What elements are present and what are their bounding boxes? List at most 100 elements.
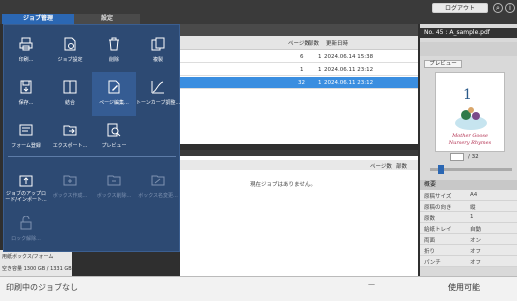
- menu-label: ロック解除...: [11, 236, 41, 242]
- menu-label: ジョブ設定: [57, 57, 83, 63]
- menu-item-form-register[interactable]: フォーム登録: [4, 115, 48, 159]
- menu-label: 印刷...: [18, 57, 34, 63]
- menu-item-box-delete[interactable]: ボックス削除...: [92, 165, 136, 209]
- menu-item-export[interactable]: エクスポート...: [48, 115, 92, 159]
- menu-item-page-edit[interactable]: ページ編集...: [92, 72, 136, 116]
- menu-label: フォーム登録: [11, 143, 41, 149]
- preview-title: No. 45 : A_sample.pdf: [420, 28, 517, 38]
- summary-row: 両面 オン: [420, 234, 517, 245]
- tab-settings[interactable]: 設定: [74, 14, 140, 24]
- printer-availability: 使用可能: [448, 283, 480, 292]
- summary-row: 折り オフ: [420, 245, 517, 256]
- table-row[interactable]: 6 1 2024.06.14 15:38: [180, 51, 418, 63]
- duplicate-icon: [151, 37, 165, 51]
- menu-item-tone-curve[interactable]: トーンカーブ調整...: [136, 72, 180, 116]
- preview-toolbar: [420, 42, 517, 56]
- row-pages: 1: [300, 67, 304, 73]
- menu-item-delete[interactable]: 削除: [92, 29, 136, 73]
- queue-panel: [180, 156, 418, 276]
- summary-row: パンチ オフ: [420, 256, 517, 267]
- summary-value: オフ: [470, 249, 482, 255]
- summary-key: パンチ: [424, 260, 441, 266]
- merge-icon: [63, 80, 77, 94]
- menu-item-job-settings[interactable]: ジョブ設定: [48, 29, 92, 73]
- menu-label: ボックス削除...: [96, 193, 132, 199]
- row-copies: 1: [318, 80, 322, 86]
- menu-item-upload-import[interactable]: ジョブのアップロード/インポート...: [4, 165, 48, 209]
- book-title-line1: Mother Goose: [452, 133, 488, 139]
- logout-button[interactable]: ログアウト: [432, 3, 488, 13]
- queue-empty-message: 現在ジョブはありません。: [250, 182, 316, 188]
- job-list-header: ページ数 部数 更新日時: [180, 36, 418, 50]
- column-updated[interactable]: 更新日時: [326, 39, 348, 47]
- print-icon: [19, 37, 33, 51]
- form-register-icon: [19, 123, 33, 137]
- tone-curve-icon: [151, 80, 165, 94]
- left-info-panel: 用紙ボックス/フォーム 空き容量 1300 GB / 1331 GB: [0, 250, 72, 276]
- menu-item-save[interactable]: 保存...: [4, 72, 48, 116]
- page-number-input[interactable]: [450, 153, 464, 161]
- menu-item-box-create[interactable]: ボックス作成...: [48, 165, 92, 209]
- status-middle: —: [368, 280, 375, 288]
- menu-label: 複製: [152, 57, 163, 63]
- summary-row: 原稿の向き 縦: [420, 201, 517, 212]
- print-status: 印刷中のジョブなし: [6, 283, 78, 292]
- preview-icon: [107, 123, 121, 137]
- summary-key: 原数: [424, 216, 436, 222]
- export-icon: [63, 123, 77, 137]
- summary-header: 概要: [420, 180, 517, 190]
- search-icon[interactable]: ⌕: [493, 3, 503, 13]
- capacity-label: 空き容量 1300 GB / 1331 GB: [2, 266, 72, 272]
- column-pages[interactable]: ページ数: [370, 162, 392, 170]
- job-management-menu: 印刷... ジョブ設定 削除 複製 保存... 結合 ページ編集... トーンカ…: [3, 24, 180, 252]
- menu-label: 保存...: [18, 100, 34, 106]
- info-icon[interactable]: i: [505, 3, 515, 13]
- menu-label: 削除: [108, 57, 119, 63]
- save-icon: [19, 80, 33, 94]
- table-row[interactable]: 1 1 2024.06.11 23:12: [180, 64, 418, 76]
- summary-row: 給紙トレイ 自動: [420, 223, 517, 234]
- zoom-slider-handle[interactable]: [438, 165, 444, 174]
- queue-header: ページ数 部数: [180, 160, 418, 170]
- book-title-line2: Nursery Rhymes: [448, 140, 492, 146]
- tab-job-management[interactable]: ジョブ管理: [2, 14, 74, 24]
- column-copies[interactable]: 部数: [396, 162, 407, 170]
- table-row-selected[interactable]: 32 1 2024.06.11 23:12: [180, 77, 418, 89]
- summary-row: 原数 1: [420, 212, 517, 223]
- menu-label: トーンカーブ調整...: [136, 100, 181, 106]
- page-number: 1: [463, 87, 472, 103]
- column-pages[interactable]: ページ数: [288, 39, 310, 47]
- page-edit-icon: [107, 80, 121, 94]
- menu-item-print[interactable]: 印刷...: [4, 29, 48, 73]
- menu-item-merge[interactable]: 結合: [48, 72, 92, 116]
- row-pages: 6: [300, 54, 304, 60]
- menu-label: プレビュー: [101, 143, 127, 149]
- summary-key: 原稿の向き: [424, 205, 452, 211]
- summary-key: 原稿サイズ: [424, 194, 452, 200]
- folder-label: 用紙ボックス/フォーム: [2, 254, 54, 260]
- preview-button[interactable]: プレビュー: [424, 60, 462, 68]
- summary-row: 原稿サイズ A4: [420, 190, 517, 201]
- menu-label: ジョブのアップロード/インポート...: [5, 191, 47, 203]
- summary-value: 縦: [470, 205, 476, 211]
- summary-value: A4: [470, 192, 478, 198]
- upload-import-icon: [19, 173, 33, 187]
- summary-value: オフ: [470, 260, 482, 266]
- column-copies[interactable]: 部数: [308, 39, 319, 47]
- row-copies: 1: [318, 54, 322, 60]
- menu-label: エクスポート...: [52, 143, 88, 149]
- menu-item-preview[interactable]: プレビュー: [92, 115, 136, 159]
- menu-item-box-rename[interactable]: ボックス名変更...: [136, 165, 180, 209]
- summary-value: 1: [470, 214, 474, 220]
- row-updated: 2024.06.11 23:12: [324, 67, 374, 73]
- box-delete-icon: [107, 173, 121, 187]
- preview-thumbnail[interactable]: 1 Mother Goose Nursery Rhymes: [435, 72, 505, 152]
- menu-item-duplicate[interactable]: 複製: [136, 29, 180, 73]
- menu-label: ページ編集...: [99, 100, 129, 106]
- menu-label: ボックス名変更...: [138, 193, 178, 199]
- menu-item-unlock[interactable]: ロック解除...: [4, 208, 48, 252]
- row-copies: 1: [318, 67, 322, 73]
- summary-value: オン: [470, 238, 482, 244]
- box-create-icon: [63, 173, 77, 187]
- menu-label: ボックス作成...: [52, 193, 88, 199]
